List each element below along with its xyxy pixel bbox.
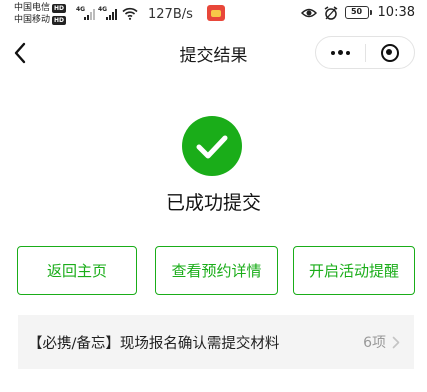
- signal-icon: 4G: [98, 6, 117, 20]
- clock: 10:38: [377, 5, 415, 20]
- mini-program-capsule: [315, 36, 415, 69]
- battery-level: 50: [344, 6, 369, 19]
- result-message: 已成功提交: [165, 192, 261, 214]
- materials-count: 6项: [363, 335, 386, 351]
- nav-bar: 提交结果: [0, 30, 427, 76]
- alarm-icon: [324, 5, 337, 20]
- signal-indicators: 4G 4G: [76, 6, 138, 20]
- close-icon[interactable]: [366, 37, 414, 68]
- materials-label: 【必携/备忘】现场报名确认需提交材料: [28, 335, 280, 352]
- carrier-info: 中国电信 HD 中国移动 HD: [14, 2, 67, 26]
- wifi-icon: [122, 7, 138, 20]
- hd-badge: HD: [52, 15, 67, 25]
- battery-icon: 50: [344, 6, 372, 19]
- net-speed: 127B/s: [148, 7, 193, 22]
- carrier-telecom: 中国电信: [14, 3, 51, 13]
- check-icon: [182, 116, 242, 176]
- signal-icon: 4G: [76, 6, 95, 20]
- status-bar: 中国电信 HD 中国移动 HD 4G 4G 127B/s 50 10:38: [0, 0, 427, 30]
- enable-reminder-button[interactable]: 开启活动提醒: [293, 246, 415, 295]
- status-right: 50 10:38: [300, 5, 415, 20]
- carrier-mobile: 中国移动: [14, 15, 51, 25]
- eye-icon: [300, 8, 317, 17]
- materials-list-item[interactable]: 【必携/备忘】现场报名确认需提交材料 6项: [18, 315, 414, 369]
- view-reservation-detail-button[interactable]: 查看预约详情: [155, 246, 278, 295]
- more-icon[interactable]: [316, 37, 365, 68]
- back-home-button[interactable]: 返回主页: [17, 246, 137, 295]
- chevron-right-icon: [392, 336, 400, 348]
- hd-badge: HD: [52, 3, 67, 13]
- app-notification-icon: [207, 5, 225, 21]
